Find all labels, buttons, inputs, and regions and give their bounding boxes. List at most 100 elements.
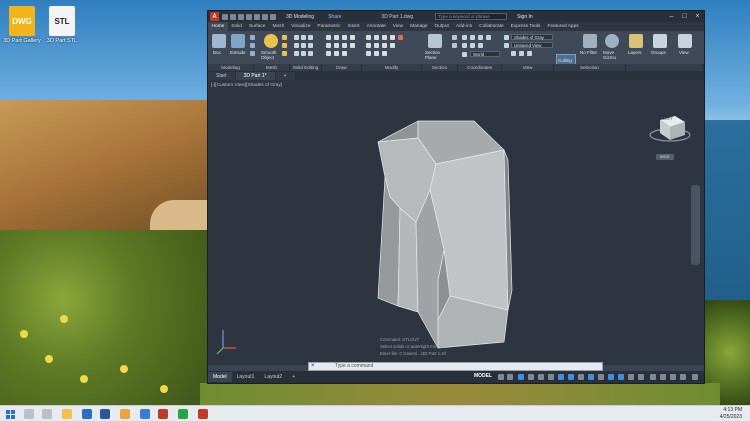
shell-icon[interactable] <box>301 43 306 48</box>
tab-home[interactable]: Home <box>208 22 228 31</box>
snap-icon[interactable] <box>507 374 513 380</box>
panel-modify[interactable]: Modify <box>362 64 422 71</box>
annotation-scale-icon[interactable] <box>650 374 656 380</box>
groups-icon[interactable] <box>653 34 667 48</box>
isodraft-icon[interactable] <box>548 374 554 380</box>
imprint-icon[interactable] <box>301 51 306 56</box>
arc-icon[interactable] <box>350 35 355 40</box>
polygon-icon[interactable] <box>334 43 339 48</box>
task-view-icon[interactable] <box>42 409 52 419</box>
panel-coordinates[interactable]: Coordinates <box>458 64 502 71</box>
no-filter-button[interactable]: No Filter <box>580 50 597 55</box>
tab-model[interactable]: Model <box>208 372 232 382</box>
offset-icon[interactable] <box>390 43 395 48</box>
add-layout-button[interactable]: + <box>287 372 300 382</box>
viewcube[interactable] <box>649 116 691 160</box>
units-icon[interactable] <box>670 374 676 380</box>
tab-solid[interactable]: Solid <box>228 22 246 31</box>
close-command-line-icon[interactable]: × <box>311 363 315 370</box>
extract-edges-icon[interactable] <box>294 51 299 56</box>
subtract-icon[interactable] <box>301 35 306 40</box>
chrome-icon[interactable] <box>120 409 130 419</box>
section-icon[interactable] <box>452 43 457 48</box>
groups-button[interactable]: Groups <box>651 50 666 55</box>
mirror-icon[interactable] <box>390 35 395 40</box>
intersect-icon[interactable] <box>308 35 313 40</box>
3d-osnap-icon[interactable] <box>608 374 614 380</box>
move-gizmo-icon[interactable] <box>605 34 619 48</box>
search-input[interactable]: Type a keyword or phrase <box>435 13 508 20</box>
app-icon[interactable] <box>140 409 150 419</box>
view-button[interactable]: View <box>679 50 689 55</box>
redo-icon[interactable] <box>270 13 276 20</box>
tab-layout1[interactable]: Layout1 <box>232 372 260 382</box>
erase-icon[interactable] <box>398 35 403 40</box>
trim-icon[interactable] <box>366 51 371 56</box>
command-line[interactable]: × Type a command <box>308 362 603 371</box>
tab-start[interactable]: Start <box>208 72 235 80</box>
tab-collaborate[interactable]: Collaborate <box>476 22 508 31</box>
ucs-icon[interactable] <box>462 35 467 40</box>
tab-layout2[interactable]: Layout2 <box>259 372 287 382</box>
named-view-dropdown[interactable]: Unsaved View <box>511 42 553 48</box>
autocad-icon[interactable] <box>158 409 168 419</box>
ucs-dropdown[interactable]: World <box>470 51 500 57</box>
sign-in-button[interactable]: Sign In <box>517 14 533 20</box>
scale-icon[interactable] <box>374 43 379 48</box>
extrude-button[interactable]: Extrude <box>230 50 246 55</box>
extrude-icon[interactable] <box>231 34 245 48</box>
gizmo-icon[interactable] <box>638 374 644 380</box>
app-logo-icon[interactable]: A <box>210 12 219 21</box>
union-icon[interactable] <box>294 35 299 40</box>
panel-selection[interactable]: Selection <box>554 64 626 71</box>
object-snap-icon[interactable] <box>568 374 574 380</box>
tab-express-tools[interactable]: Express Tools <box>507 22 544 31</box>
new-icon[interactable] <box>222 13 228 20</box>
ucs-icon[interactable] <box>462 43 467 48</box>
ucs-icon[interactable] <box>470 35 475 40</box>
layers-button[interactable]: Layers <box>628 50 642 55</box>
no-filter-icon[interactable] <box>583 34 597 48</box>
mesh-icon[interactable] <box>282 35 287 40</box>
view-icon[interactable] <box>678 34 692 48</box>
tab-visualize[interactable]: Visualize <box>288 22 314 31</box>
tab-3d-part-1[interactable]: 3D Part 1* <box>235 72 275 80</box>
new-tab-button[interactable]: + <box>275 72 295 80</box>
tab-mesh[interactable]: Mesh <box>269 22 288 31</box>
drawing-viewport[interactable]: [-][Custom View][Shades of Gray] LEFT WC… <box>208 80 704 365</box>
smooth-object-icon[interactable] <box>264 34 278 48</box>
panel-draw[interactable]: Draw <box>322 64 362 71</box>
dynamic-ucs-icon[interactable] <box>618 374 624 380</box>
hatch-icon[interactable] <box>326 51 331 56</box>
object-snap-tracking-icon[interactable] <box>558 374 564 380</box>
sweep-icon[interactable] <box>250 43 255 48</box>
section-plane-icon[interactable] <box>428 34 442 48</box>
workspace-icon[interactable] <box>660 374 666 380</box>
layers-icon[interactable] <box>629 34 643 48</box>
selection-filter-icon[interactable] <box>628 374 634 380</box>
open-icon[interactable] <box>230 13 236 20</box>
dynamic-input-icon[interactable] <box>518 374 524 380</box>
panel-section[interactable]: Section <box>422 64 458 71</box>
tab-manage[interactable]: Manage <box>407 22 431 31</box>
panel-modeling[interactable]: Modeling <box>208 64 254 71</box>
workspace-switcher[interactable]: 3D Modeling <box>286 14 314 20</box>
search-icon[interactable] <box>24 409 34 419</box>
save-as-icon[interactable] <box>246 13 252 20</box>
box-icon[interactable] <box>212 34 226 48</box>
separate-icon[interactable] <box>308 51 313 56</box>
array-icon[interactable] <box>382 43 387 48</box>
app-green-icon[interactable] <box>178 409 188 419</box>
ellipse-icon[interactable] <box>350 43 355 48</box>
point-icon[interactable] <box>342 51 347 56</box>
file-explorer-icon[interactable] <box>62 409 72 419</box>
visual-style-dropdown[interactable]: Shades of Gray <box>511 34 553 40</box>
tab-surface[interactable]: Surface <box>245 22 269 31</box>
slice-icon[interactable] <box>308 43 313 48</box>
mesh-icon[interactable] <box>282 43 287 48</box>
tab-output[interactable]: Output <box>431 22 452 31</box>
polar-icon[interactable] <box>538 374 544 380</box>
share-button[interactable]: Share <box>328 14 341 20</box>
box-button[interactable]: Box <box>213 50 221 55</box>
lineweight-icon[interactable] <box>578 374 584 380</box>
